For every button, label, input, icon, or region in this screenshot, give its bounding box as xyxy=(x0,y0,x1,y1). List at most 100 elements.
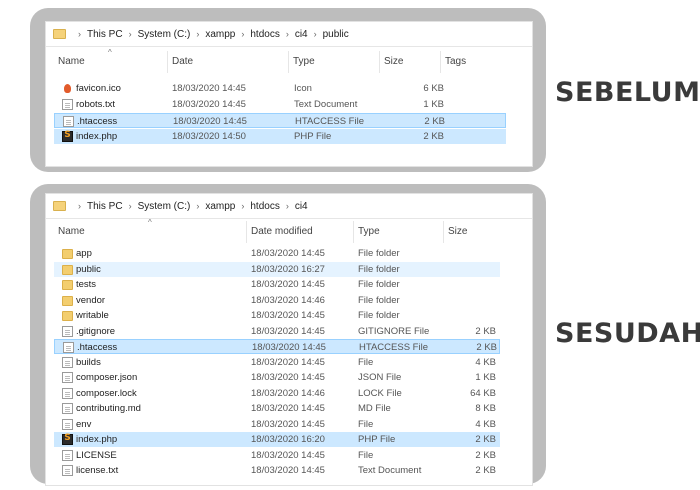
file-name: LICENSE xyxy=(76,449,117,461)
after-column-header: ^ Name Date modified Type Size xyxy=(46,219,532,243)
file-date: 18/03/2020 14:45 xyxy=(251,279,325,290)
file-row[interactable]: index.php 18/03/2020 16:20 PHP File 2 KB xyxy=(54,432,500,447)
file-icon xyxy=(62,449,73,461)
column-tags[interactable]: Tags xyxy=(441,51,501,73)
file-row[interactable]: env 18/03/2020 14:45 File 4 KB xyxy=(54,417,500,432)
breadcrumb-item[interactable]: htdocs xyxy=(250,201,279,212)
breadcrumb-item[interactable]: xampp xyxy=(205,29,235,40)
file-type: File xyxy=(358,356,374,368)
column-size[interactable]: Size xyxy=(444,221,504,243)
file-name: public xyxy=(76,263,101,275)
chevron-right-icon[interactable]: › xyxy=(314,29,317,39)
after-label: SESUDAH xyxy=(555,318,700,349)
file-row[interactable]: .gitignore 18/03/2020 14:45 GITIGNORE File… xyxy=(54,324,500,339)
file-size: 64 KB xyxy=(470,387,496,399)
after-explorer-window: › This PC › System (C:) › xampp › htdocs › ci4 ^ … xyxy=(45,193,533,486)
chevron-right-icon[interactable]: › xyxy=(241,201,244,211)
file-date: 18/03/2020 14:46 xyxy=(251,294,325,306)
file-type: File folder xyxy=(358,263,400,275)
file-name: composer.json xyxy=(76,372,138,383)
breadcrumb-item[interactable]: htdocs xyxy=(250,29,279,40)
file-date: 18/03/2020 14:45 xyxy=(251,248,325,259)
text-file-icon xyxy=(62,465,73,476)
php-file-icon xyxy=(62,433,73,445)
chevron-right-icon[interactable]: › xyxy=(129,29,132,39)
file-name: env xyxy=(76,418,92,430)
breadcrumb-item[interactable]: ci4 xyxy=(295,201,308,212)
file-row[interactable]: favicon.ico 18/03/2020 14:45 Icon 6 KB xyxy=(54,81,506,96)
breadcrumb-item[interactable]: System (C:) xyxy=(138,29,191,40)
file-row[interactable]: .htaccess 18/03/2020 14:45 HTACCESS File 2 … xyxy=(54,339,500,354)
file-type: Text Document xyxy=(358,465,422,476)
file-row[interactable]: index.php 18/03/2020 14:50 PHP File 2 KB xyxy=(54,129,506,144)
column-type[interactable]: Type xyxy=(354,221,444,243)
file-row[interactable]: builds 18/03/2020 14:45 File 4 KB xyxy=(54,355,500,370)
column-size[interactable]: Size xyxy=(380,51,441,73)
file-row[interactable]: contributing.md 18/03/2020 14:45 MD File 8 … xyxy=(54,401,500,416)
breadcrumb-item[interactable]: public xyxy=(323,29,349,40)
text-file-icon xyxy=(62,99,73,110)
file-size: 2 KB xyxy=(476,342,497,353)
column-type[interactable]: Type xyxy=(289,51,380,73)
file-date: 18/03/2020 16:20 xyxy=(251,434,325,445)
folder-icon xyxy=(62,264,73,275)
breadcrumb-item[interactable]: xampp xyxy=(205,201,235,212)
folder-icon xyxy=(53,29,66,39)
chevron-right-icon[interactable]: › xyxy=(286,29,289,39)
file-icon xyxy=(62,387,73,399)
file-date: 18/03/2020 14:46 xyxy=(251,387,325,399)
file-type: PHP File xyxy=(358,434,396,445)
breadcrumb-item[interactable]: This PC xyxy=(87,29,123,40)
file-size: 4 KB xyxy=(475,418,496,430)
breadcrumb-item[interactable]: ci4 xyxy=(295,29,308,40)
file-row[interactable]: public 18/03/2020 16:27 File folder xyxy=(54,261,500,277)
file-size: 4 KB xyxy=(475,356,496,368)
file-row[interactable]: robots.txt 18/03/2020 14:45 Text Document 1… xyxy=(54,97,506,112)
file-size: 8 KB xyxy=(475,403,496,414)
breadcrumb-item[interactable]: This PC xyxy=(87,201,123,212)
file-row[interactable]: tests 18/03/2020 14:45 File folder xyxy=(54,277,500,292)
chevron-right-icon[interactable]: › xyxy=(129,201,132,211)
file-row[interactable]: app 18/03/2020 14:45 File folder xyxy=(54,246,500,261)
file-size: 2 KB xyxy=(475,449,496,461)
chevron-right-icon[interactable]: › xyxy=(241,29,244,39)
php-file-icon xyxy=(62,130,73,142)
file-date: 18/03/2020 14:45 xyxy=(251,325,325,337)
chevron-right-icon[interactable]: › xyxy=(286,201,289,211)
file-type: GITIGNORE File xyxy=(358,325,430,337)
file-type: File folder xyxy=(358,294,400,306)
before-address-bar[interactable]: › This PC › System (C:) › xampp › htdocs › ci4 › pu… xyxy=(46,22,532,47)
column-name[interactable]: Name xyxy=(54,51,168,73)
column-date[interactable]: Date xyxy=(168,51,289,73)
file-row[interactable]: writable 18/03/2020 14:45 File folder xyxy=(54,308,500,323)
file-type: JSON File xyxy=(358,372,402,383)
file-row[interactable]: .htaccess 18/03/2020 14:45 HTACCESS File 2 … xyxy=(54,113,506,128)
file-name: .htaccess xyxy=(77,116,118,127)
file-size: 2 KB xyxy=(475,434,496,445)
file-row[interactable]: composer.lock 18/03/2020 14:46 LOCK File 64… xyxy=(54,386,500,401)
file-icon xyxy=(62,418,73,430)
file-name: builds xyxy=(76,356,101,368)
file-size xyxy=(434,308,496,323)
file-type: PHP File xyxy=(294,131,332,142)
file-type: File folder xyxy=(358,310,400,321)
file-row[interactable]: vendor 18/03/2020 14:46 File folder xyxy=(54,293,500,308)
column-name[interactable]: Name xyxy=(54,221,247,243)
file-row[interactable]: license.txt 18/03/2020 14:45 Text Document… xyxy=(54,463,500,478)
column-date-modified[interactable]: Date modified xyxy=(247,221,354,243)
file-icon xyxy=(62,372,73,383)
file-row[interactable]: LICENSE 18/03/2020 14:45 File 2 KB xyxy=(54,448,500,463)
after-panel: › This PC › System (C:) › xampp › htdocs › ci4 ^ … xyxy=(30,184,546,486)
file-row[interactable]: composer.json 18/03/2020 14:45 JSON File 1 … xyxy=(54,370,500,385)
chevron-right-icon[interactable]: › xyxy=(196,29,199,39)
after-address-bar[interactable]: › This PC › System (C:) › xampp › htdocs › ci4 xyxy=(46,194,532,219)
file-name: favicon.ico xyxy=(76,83,121,94)
before-panel: › This PC › System (C:) › xampp › htdocs › ci4 › pu… xyxy=(30,8,546,172)
chevron-right-icon[interactable]: › xyxy=(78,29,81,39)
file-date: 18/03/2020 14:50 xyxy=(172,131,246,142)
breadcrumb-item[interactable]: System (C:) xyxy=(138,201,191,212)
chevron-right-icon[interactable]: › xyxy=(196,201,199,211)
file-type: HTACCESS File xyxy=(359,342,428,353)
file-date: 18/03/2020 14:45 xyxy=(251,372,325,383)
chevron-right-icon[interactable]: › xyxy=(78,201,81,211)
